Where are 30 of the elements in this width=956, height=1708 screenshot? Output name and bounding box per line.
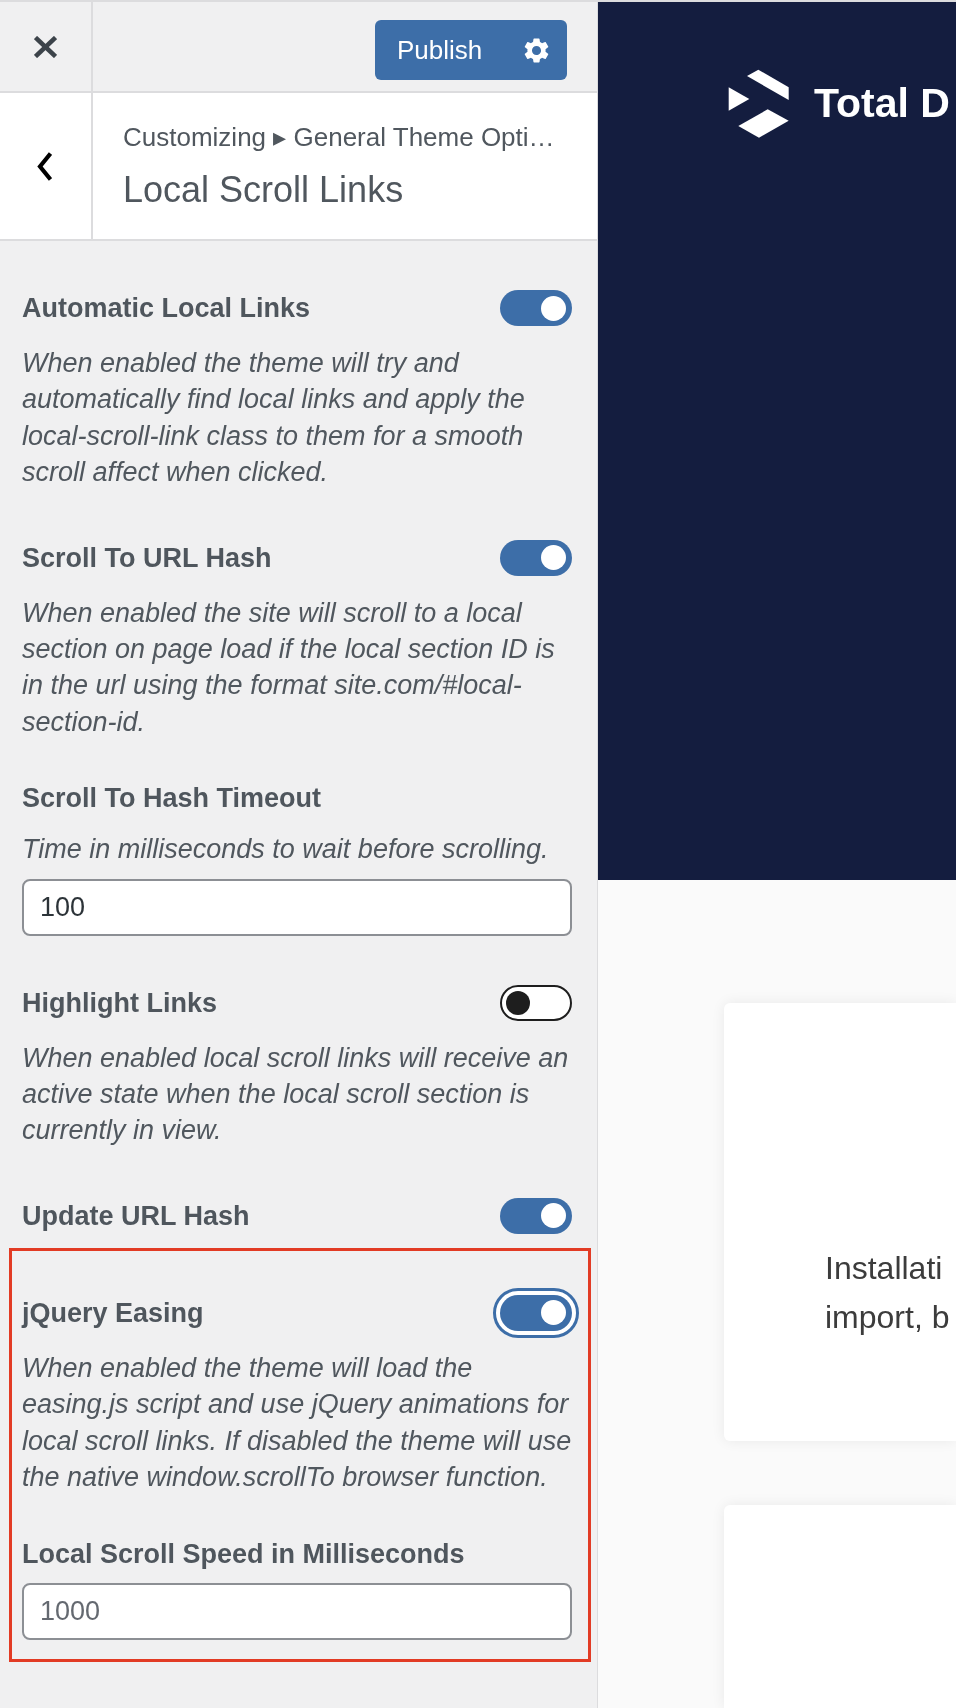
chevron-left-icon bbox=[35, 151, 52, 181]
card-text: Installati bbox=[825, 1249, 943, 1288]
control-description: When enabled local scroll links will receive an active state when the local scroll section is currently in view. bbox=[22, 1041, 570, 1148]
close-icon bbox=[34, 35, 57, 58]
toggle-switch[interactable] bbox=[500, 984, 572, 1021]
site-title: Total D bbox=[814, 79, 950, 128]
section-title: Local Scroll Links bbox=[123, 168, 404, 212]
toggle-switch[interactable] bbox=[500, 1294, 572, 1331]
toggle-switch[interactable] bbox=[500, 539, 572, 576]
control-label: Highlight Links bbox=[22, 986, 217, 1020]
logo-icon bbox=[728, 69, 789, 138]
control-description: When enabled the site will scroll to a local section on page load if the local section ID is in the url using the format site.com/#local-section-id. bbox=[22, 596, 556, 739]
control-description: When enabled the theme will try and automatically find local links and apply the local-scroll-link class to them for a smooth scroll affect when clicked. bbox=[22, 347, 526, 490]
publish-button[interactable]: Publish bbox=[375, 20, 506, 80]
toggle-switch[interactable] bbox=[500, 290, 572, 326]
control-label: jQuery Easing bbox=[22, 1296, 204, 1330]
control-description: Time in milliseconds to wait before scrolling. bbox=[22, 833, 550, 867]
settings-button[interactable] bbox=[506, 20, 567, 80]
number-field[interactable]: 1000 bbox=[22, 1582, 572, 1640]
number-field[interactable]: 100 bbox=[22, 878, 572, 936]
control-label: Local Scroll Speed in Milliseconds bbox=[22, 1537, 465, 1571]
breadcrumb: Customizing ▸ General Theme Opti… bbox=[123, 121, 555, 153]
control-description: When enabled the theme will load the easing.js script and use jQuery animations for local scroll links. If disabled the theme will use the native window.scrollTo browser function. bbox=[22, 1351, 572, 1495]
toggle-switch[interactable] bbox=[500, 1197, 572, 1234]
settings-icon bbox=[524, 37, 549, 63]
control-label: Automatic Local Links bbox=[22, 292, 311, 325]
control-label: Update URL Hash bbox=[22, 1199, 250, 1233]
control-label: Scroll To Hash Timeout bbox=[22, 782, 322, 816]
card-text: import, b bbox=[825, 1298, 950, 1337]
control-label: Scroll To URL Hash bbox=[22, 541, 272, 575]
